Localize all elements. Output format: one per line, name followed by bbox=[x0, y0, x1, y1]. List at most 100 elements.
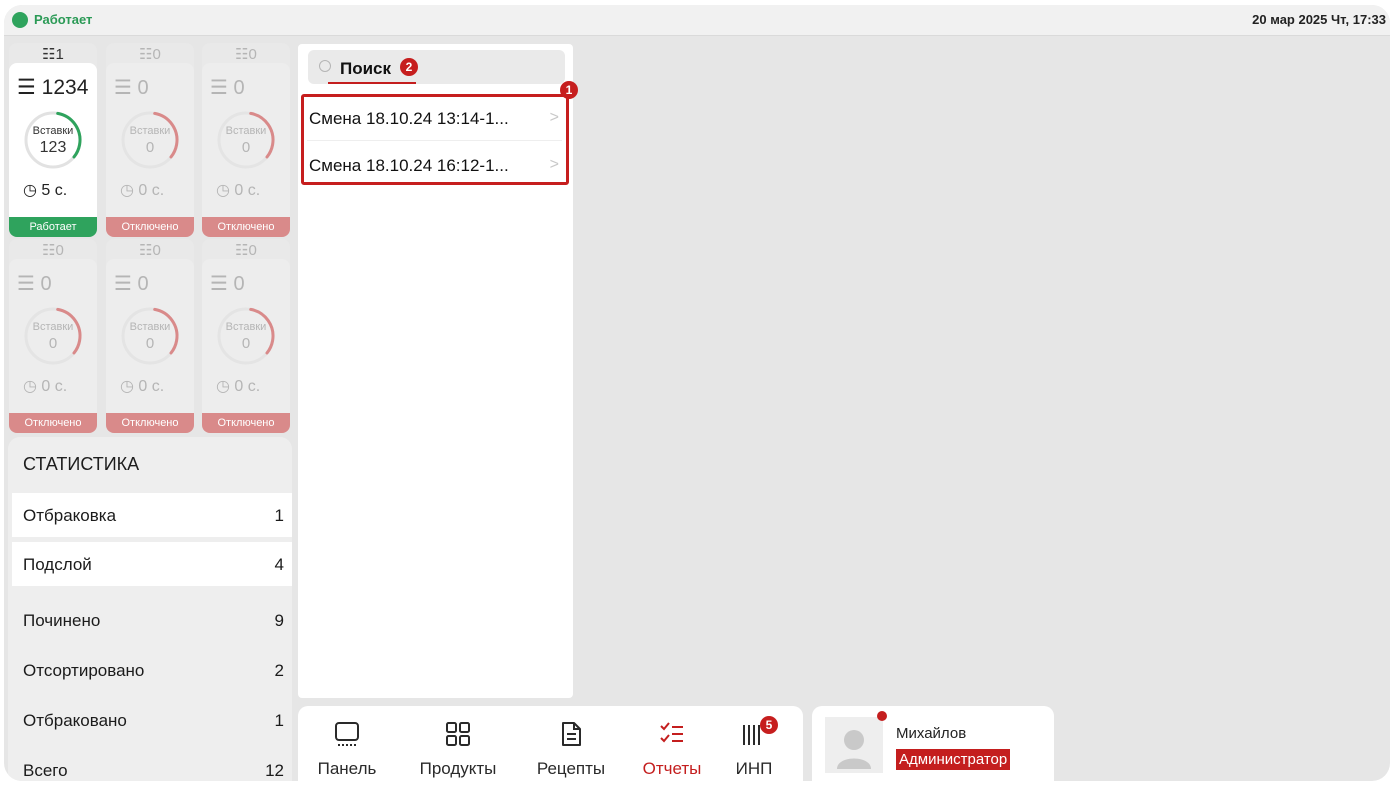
stat-label: Всего bbox=[23, 761, 68, 780]
ring-label: Вставки bbox=[225, 125, 267, 137]
nav-label: Отчеты bbox=[642, 759, 702, 778]
user-role-badge: Администратор bbox=[896, 749, 1011, 770]
tile-state: Отключено bbox=[202, 413, 290, 433]
stat-value: 2 bbox=[274, 661, 284, 680]
stat-label: Подслой bbox=[23, 555, 92, 574]
avatar bbox=[825, 717, 883, 773]
document-icon bbox=[562, 722, 581, 746]
clock-icon: ◷ bbox=[216, 378, 230, 395]
user-name: Михайлов bbox=[896, 725, 967, 742]
nav-badge: 5 bbox=[760, 716, 778, 734]
date-time: 20 мар 2025 Чт, 17:33 bbox=[1252, 12, 1386, 27]
layer-count: ☰ 0 bbox=[114, 273, 149, 295]
scan-icon: ☷ bbox=[139, 46, 153, 63]
time-value: ◷ 0 с. bbox=[23, 378, 68, 395]
ring-value: 0 bbox=[145, 139, 155, 156]
stat-label: Отсортировано bbox=[23, 661, 145, 680]
stat-row[interactable]: Отбраковано 1 bbox=[12, 698, 292, 742]
stat-row[interactable]: Починено 9 bbox=[12, 598, 292, 642]
shift-list-panel: 2 Смена 18.10.24 13:14-1... > Смена 18.1… bbox=[298, 44, 578, 698]
stat-row[interactable]: Отбраковка 1 bbox=[12, 493, 292, 537]
ring-value: 0 bbox=[241, 335, 251, 352]
ring-label: Вставки bbox=[32, 321, 74, 333]
tile-state: Отключено bbox=[106, 217, 194, 237]
scan-count: ☷0 bbox=[235, 242, 257, 259]
clock-icon: ◷ bbox=[120, 378, 134, 395]
layer-count: ☰ 0 bbox=[210, 77, 245, 99]
clock-icon: ◷ bbox=[23, 378, 37, 395]
ring-value: 0 bbox=[48, 335, 58, 352]
time-value: ◷ 0 с. bbox=[120, 378, 165, 395]
scan-count: ☷0 bbox=[42, 242, 64, 259]
stat-value: 12 bbox=[265, 761, 284, 780]
machine-tile[interactable]: ☷0 ☰ 0 Вставки 0 ◷ 0 с. Отключено bbox=[202, 239, 290, 433]
grid-icon bbox=[446, 722, 470, 746]
annotation-highlight bbox=[301, 94, 569, 185]
ring-label: Вставки bbox=[32, 125, 74, 137]
machine-tile[interactable]: ☷0 ☰ 0 Вставки 0 ◷ 0 с. Отключено bbox=[9, 239, 97, 433]
ring-label: Вставки bbox=[129, 125, 171, 137]
layers-icon: ☰ bbox=[114, 77, 132, 99]
layer-count: ☰ 1234 bbox=[17, 76, 89, 99]
layer-count: ☰ 0 bbox=[114, 77, 149, 99]
ring-label: Вставки bbox=[225, 321, 267, 333]
search-underline bbox=[328, 82, 416, 84]
nav-label: Продукты bbox=[419, 759, 497, 778]
clock-icon: ◷ bbox=[120, 182, 134, 199]
tile-state: Работает bbox=[9, 217, 97, 237]
user-silhouette-icon bbox=[837, 730, 871, 769]
ring-label: Вставки bbox=[129, 321, 171, 333]
nav-label: Панель bbox=[317, 759, 377, 778]
time-value: ◷ 0 с. bbox=[216, 378, 261, 395]
time-value: ◷ 5 с. bbox=[23, 182, 68, 199]
search-bar[interactable]: 2 bbox=[308, 50, 565, 84]
machine-tile[interactable]: ☷0 ☰ 0 Вставки 0 ◷ 0 с. Отключено bbox=[106, 239, 194, 433]
time-value: ◷ 0 с. bbox=[120, 182, 165, 199]
scan-count: ☷0 bbox=[235, 46, 257, 63]
user-card[interactable]: Михайлов Администратор bbox=[812, 706, 1054, 781]
stat-value: 4 bbox=[274, 555, 284, 574]
stat-label: Отбраковано bbox=[23, 711, 127, 730]
machine-tile[interactable]: ☷0 ☰ 0 Вставки 0 ◷ 0 с. Отключено bbox=[202, 43, 290, 237]
scan-icon: ☷ bbox=[235, 46, 249, 63]
online-status-icon bbox=[877, 711, 887, 721]
layer-count: ☰ 0 bbox=[17, 273, 52, 295]
layers-icon: ☰ bbox=[210, 273, 228, 295]
scan-count: ☷0 bbox=[139, 46, 161, 63]
nav-panel[interactable]: Панель bbox=[306, 706, 388, 781]
tile-state: Отключено bbox=[106, 413, 194, 433]
scan-count: ☷1 bbox=[42, 46, 64, 63]
stat-value: 1 bbox=[274, 506, 284, 525]
stat-label: Починено bbox=[23, 611, 101, 630]
layers-icon: ☰ bbox=[17, 76, 36, 99]
scan-icon: ☷ bbox=[42, 242, 56, 259]
scan-icon: ☷ bbox=[235, 242, 249, 259]
status-indicator-icon bbox=[12, 12, 28, 28]
stat-value: 9 bbox=[274, 611, 284, 630]
ring-value: 123 bbox=[39, 139, 67, 156]
scan-icon: ☷ bbox=[42, 46, 56, 63]
nav-label: ИНП bbox=[735, 759, 773, 778]
nav-label: Рецепты bbox=[536, 759, 606, 778]
tile-state: Отключено bbox=[202, 217, 290, 237]
stat-row[interactable]: Всего 12 bbox=[12, 748, 292, 781]
machine-tile[interactable]: ☷1 ☰ 1234 Вставки 123 ◷ 5 с. Работает bbox=[9, 43, 97, 237]
annotation-badge: 2 bbox=[400, 58, 418, 76]
stat-row[interactable]: Подслой 4 bbox=[12, 542, 292, 586]
machine-tile[interactable]: ☷0 ☰ 0 Вставки 0 ◷ 0 с. Отключено bbox=[106, 43, 194, 237]
statistics-panel: СТАТИСТИКА Отбраковка 1 Подслой 4 Почине… bbox=[8, 437, 292, 781]
layers-icon: ☰ bbox=[114, 273, 132, 295]
app-window: Работает 20 мар 2025 Чт, 17:33 ☷1 ☰ 1234 В… bbox=[4, 5, 1390, 781]
nav-recipes[interactable]: Рецепты bbox=[526, 706, 616, 781]
statistics-title: СТАТИСТИКА bbox=[23, 454, 140, 474]
bottom-nav: Панель Продукты Рецепты Отчеты 5 ИНП bbox=[298, 706, 803, 781]
stat-label: Отбраковка bbox=[23, 506, 117, 525]
stat-value: 1 bbox=[274, 711, 284, 730]
nav-products[interactable]: Продукты bbox=[406, 706, 510, 781]
annotation-badge: 1 bbox=[560, 81, 578, 99]
ring-value: 0 bbox=[145, 335, 155, 352]
ring-value: 0 bbox=[241, 139, 251, 156]
stat-row[interactable]: Отсортировано 2 bbox=[12, 648, 292, 692]
nav-inp[interactable]: 5 ИНП bbox=[722, 706, 786, 781]
nav-reports[interactable]: Отчеты bbox=[632, 706, 712, 781]
